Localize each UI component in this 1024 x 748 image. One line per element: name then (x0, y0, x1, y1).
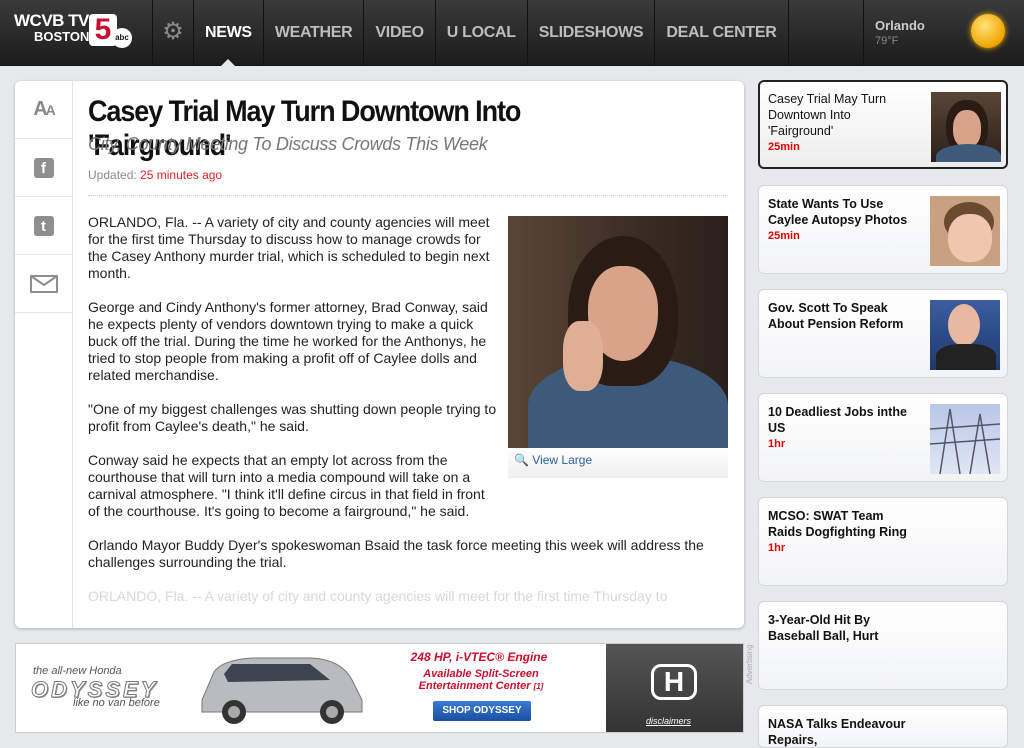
paragraph: "One of my biggest challenges was shutti… (88, 401, 497, 434)
divider (88, 195, 728, 196)
sidebar-story[interactable]: 10 Deadliest Jobs inthe US 1hr (758, 393, 1008, 482)
article-tools: AA f t (15, 81, 73, 628)
story-title-text: Gov. Scott To Speak About Pension Reform (768, 301, 904, 331)
sidebar-story[interactable]: MCSO: SWAT Team Raids Dogfighting Ring 1h… (758, 497, 1008, 586)
view-large-link[interactable]: 🔍 View Large (508, 448, 728, 478)
weather-temp: 79°F (875, 35, 899, 47)
paragraph: ORLANDO, Fla. -- A variety of city and c… (88, 214, 490, 281)
story-age: 25min (768, 141, 800, 153)
sidebar-story[interactable]: Gov. Scott To Speak About Pension Reform (758, 289, 1008, 378)
paragraph: George and Cindy Anthony's former attorn… (88, 299, 488, 383)
ad-footnote: [1] (533, 682, 544, 691)
paragraph: Orlando Mayor Buddy Dyer's spokeswoman B… (88, 537, 704, 570)
story-thumbnail (930, 404, 1000, 474)
story-title-text: 3-Year-Old Hit By Baseball Ball, Hurt (768, 613, 879, 643)
ad-subline: Available Split-Screen Entertainment Cen… (396, 668, 566, 693)
shop-odyssey-button[interactable]: SHOP ODYSSEY (433, 701, 531, 721)
honda-ad-banner[interactable]: the all-new Honda ODYSSEY like no van be… (15, 643, 744, 733)
story-age: 25min (768, 230, 800, 242)
ad-logo-panel: H disclaimers (606, 644, 743, 732)
story-thumbnail (930, 300, 1000, 370)
story-title: MCSO: SWAT Team Raids Dogfighting Ring 1h… (768, 508, 918, 556)
story-thumbnail (930, 196, 1000, 266)
sun-icon (971, 14, 1005, 48)
advertising-label: Advertising (745, 644, 754, 684)
story-age: 1hr (768, 542, 786, 554)
paragraph: ORLANDO, Fla. -- A variety of city and c… (88, 588, 668, 604)
sidebar-story[interactable]: Casey Trial May Turn Downtown Into 'Fair… (758, 80, 1008, 169)
twitter-icon: t (33, 215, 54, 236)
article-photo[interactable] (508, 216, 728, 448)
disclaimers-link[interactable]: disclaimers (646, 716, 691, 726)
nav-deal-center[interactable]: DEAL CENTER (655, 0, 789, 66)
story-title: Casey Trial May Turn Downtown Into 'Fair… (768, 91, 918, 155)
story-title: Gov. Scott To Speak About Pension Reform (768, 300, 918, 332)
settings-gear-icon[interactable]: ⚙ (152, 0, 194, 66)
story-age: 1hr (768, 438, 786, 450)
ad-tagline: like no van before (73, 697, 160, 709)
updated-value: 25 minutes ago (140, 168, 223, 182)
updated-timestamp: Updated: 25 minutes ago (88, 168, 222, 182)
story-title-text: State Wants To Use Caylee Autopsy Photos (768, 197, 908, 227)
article-subhead: City, County Meeting To Discuss Crowds T… (88, 134, 488, 154)
story-title: NASA Talks Endeavour Repairs, (768, 716, 918, 748)
nav-weather[interactable]: WEATHER (264, 0, 365, 66)
main-nav: NEWS WEATHER VIDEO U LOCAL SLIDESHOWS DE… (194, 0, 789, 67)
ad-subline-text: Available Split-Screen Entertainment Cen… (418, 668, 539, 692)
story-title: State Wants To Use Caylee Autopsy Photos… (768, 196, 918, 244)
sidebar-story[interactable]: 3-Year-Old Hit By Baseball Ball, Hurt (758, 601, 1008, 690)
nav-news[interactable]: NEWS (194, 0, 264, 67)
article-body: ORLANDO, Fla. -- A variety of city and c… (88, 214, 704, 622)
text-size-button[interactable]: AA (15, 81, 72, 139)
facebook-icon: f (33, 157, 54, 178)
nav-video[interactable]: VIDEO (364, 0, 436, 66)
weather-city: Orlando (875, 18, 925, 33)
sidebar-story[interactable]: State Wants To Use Caylee Autopsy Photos… (758, 185, 1008, 274)
story-title-text: MCSO: SWAT Team Raids Dogfighting Ring (768, 509, 907, 539)
story-title-text: NASA Talks Endeavour Repairs, (768, 717, 906, 747)
updated-label: Updated: (88, 168, 137, 182)
facebook-share-button[interactable]: f (15, 139, 72, 197)
ad-line1: the all-new Honda (33, 665, 122, 677)
text-size-icon: AA (33, 98, 56, 120)
view-large-label: View Large (532, 453, 593, 467)
article-card: AA f t Casey Trial May Turn Downtown Int… (15, 81, 744, 628)
story-title: 3-Year-Old Hit By Baseball Ball, Hurt (768, 612, 918, 644)
story-thumbnail (931, 92, 1001, 162)
sidebar-story[interactable]: NASA Talks Endeavour Repairs, (758, 705, 1008, 748)
weather-widget[interactable]: Orlando 79°F (863, 0, 1024, 66)
story-title-text: 10 Deadliest Jobs inthe US (768, 405, 907, 435)
top-navigation-bar: WCVB TV BOSTON 5 abc ⚙ NEWS WEATHER VIDE… (0, 0, 1024, 67)
email-icon (29, 274, 58, 293)
email-share-button[interactable] (15, 255, 72, 313)
paragraph: Conway said he expects that an empty lot… (88, 452, 485, 519)
station-logo[interactable]: WCVB TV BOSTON 5 abc (0, 0, 152, 66)
ad-headline: 248 HP, i-VTEC® Engine (410, 650, 548, 664)
honda-logo-icon: H (651, 664, 697, 700)
logo-network: abc (112, 28, 132, 48)
logo-call-letters: WCVB TV (14, 11, 89, 30)
magnifier-icon: 🔍 (514, 453, 529, 467)
twitter-share-button[interactable]: t (15, 197, 72, 255)
story-title-text: Casey Trial May Turn Downtown Into 'Fair… (768, 92, 887, 138)
nav-u-local[interactable]: U LOCAL (436, 0, 528, 66)
story-title: 10 Deadliest Jobs inthe US 1hr (768, 404, 918, 452)
nav-slideshows[interactable]: SLIDESHOWS (528, 0, 656, 66)
minivan-image (201, 657, 363, 724)
